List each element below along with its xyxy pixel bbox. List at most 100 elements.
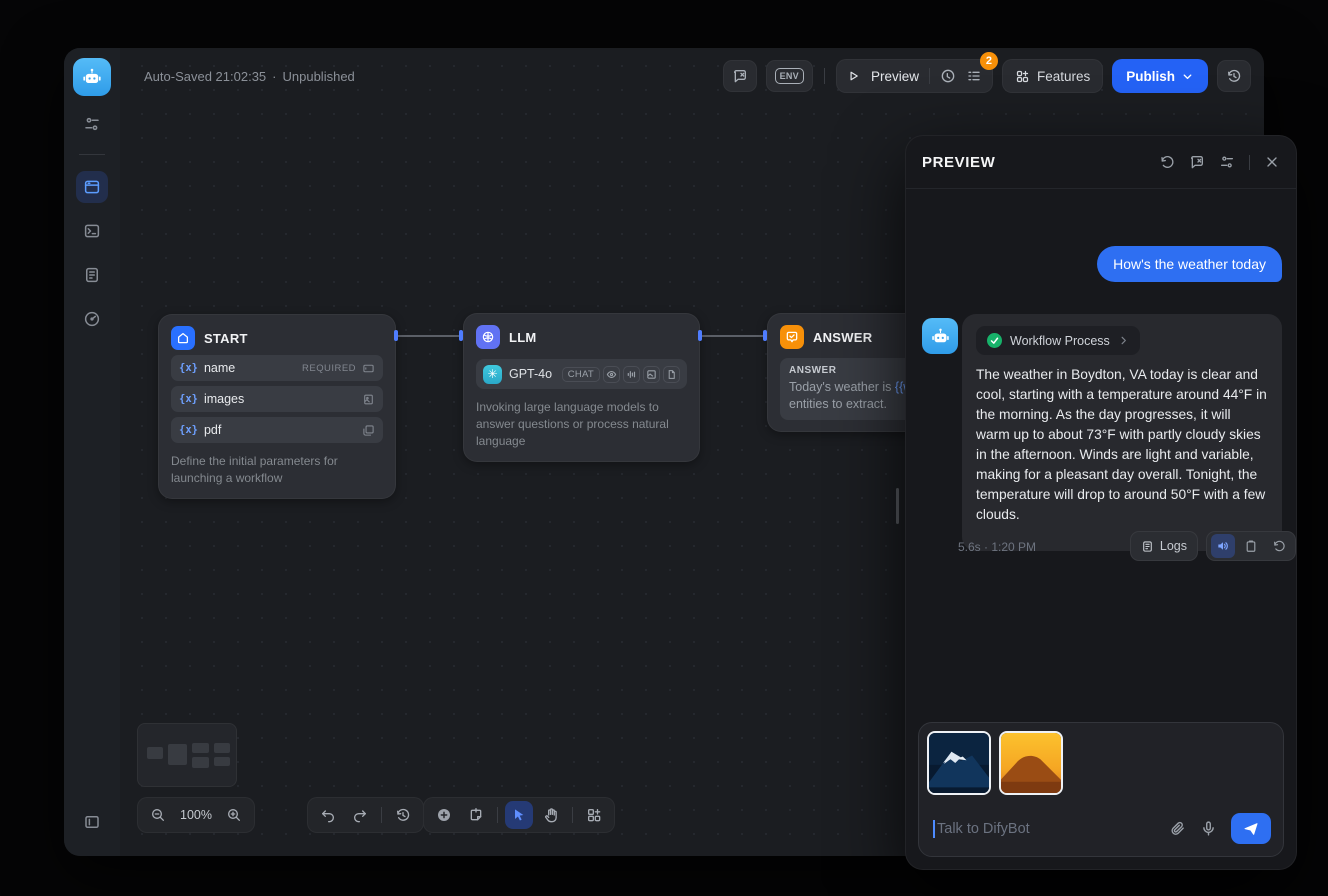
annotation-icon[interactable] xyxy=(1189,154,1205,170)
input-actions xyxy=(1169,813,1271,844)
zoom-in-icon[interactable] xyxy=(220,801,248,829)
start-output-port[interactable] xyxy=(394,330,398,341)
sidebar-item-monitoring[interactable] xyxy=(76,303,108,335)
variable-icon: {x} xyxy=(179,362,198,374)
features-label: Features xyxy=(1037,69,1090,84)
start-field-pdf[interactable]: {x} pdf xyxy=(171,417,383,443)
chevron-down-icon xyxy=(1181,70,1194,83)
llm-node-title: LLM xyxy=(509,330,537,345)
toolbar-divider xyxy=(497,807,498,823)
checklist-icon[interactable] xyxy=(966,68,982,84)
node-llm[interactable]: LLM ✳ GPT-4o CHAT xyxy=(463,313,700,462)
chat-input[interactable]: Talk to DifyBot xyxy=(937,821,1030,837)
bot-avatar-robot-icon xyxy=(922,318,958,354)
start-field-name[interactable]: {x} name REQUIRED xyxy=(171,355,383,381)
preview-panel-header: PREVIEW xyxy=(906,136,1296,189)
hand-tool-icon[interactable] xyxy=(537,801,565,829)
llm-model-row[interactable]: ✳ GPT-4o CHAT xyxy=(476,359,687,389)
minimap-node xyxy=(168,744,187,765)
field-name-label: images xyxy=(204,392,244,406)
llm-input-port[interactable] xyxy=(459,330,463,341)
speaker-icon[interactable] xyxy=(1211,534,1235,558)
autosave-status: Auto-Saved 21:02:35 · Unpublished xyxy=(144,69,355,84)
run-history-icon[interactable] xyxy=(940,68,956,84)
canvas-scrollbar[interactable] xyxy=(896,488,899,524)
publish-button[interactable]: Publish xyxy=(1112,59,1208,93)
workflow-process-toggle[interactable]: Workflow Process xyxy=(976,326,1140,355)
sidebar-item-logs[interactable] xyxy=(76,259,108,291)
microphone-icon[interactable] xyxy=(1200,820,1217,837)
bot-message-text: The weather in Boydton, VA today is clea… xyxy=(976,365,1268,525)
preview-settings-icon[interactable] xyxy=(1219,154,1235,170)
preview-title: PREVIEW xyxy=(922,154,995,171)
llm-brain-icon xyxy=(476,325,500,349)
redo-icon[interactable] xyxy=(346,801,374,829)
document-capability-icon xyxy=(663,366,680,383)
start-field-images[interactable]: {x} images xyxy=(171,386,383,412)
attach-file-icon[interactable] xyxy=(1169,820,1186,837)
annotation-button[interactable] xyxy=(723,60,757,92)
sidebar-item-orchestrate[interactable] xyxy=(76,171,108,203)
logs-label: Logs xyxy=(1160,539,1187,553)
node-start[interactable]: START {x} name REQUIRED {x} images {x} p… xyxy=(158,314,396,499)
features-button[interactable]: Features xyxy=(1002,59,1103,93)
add-note-icon[interactable] xyxy=(462,801,490,829)
answer-text-prefix: Today's weather is xyxy=(789,380,895,394)
logs-button[interactable]: Logs xyxy=(1130,531,1198,561)
version-history-button[interactable] xyxy=(1217,60,1251,92)
autosave-time: Auto-Saved 21:02:35 xyxy=(144,69,266,84)
change-history-icon[interactable] xyxy=(389,801,417,829)
pointer-tool-icon[interactable] xyxy=(505,801,533,829)
collapse-sidebar-icon[interactable] xyxy=(76,806,108,838)
screen: Auto-Saved 21:02:35 · Unpublished ENV Pr… xyxy=(0,0,1328,896)
message-meta: 5.6s · 1:20 PM xyxy=(958,540,1036,554)
attachment-thumbnail-mountain-sunset[interactable] xyxy=(999,731,1063,795)
undo-icon[interactable] xyxy=(314,801,342,829)
copy-icon[interactable] xyxy=(1239,534,1263,558)
attachment-thumbnail-mountain-night[interactable] xyxy=(927,731,991,795)
answer-input-port[interactable] xyxy=(763,330,767,341)
minimap-node xyxy=(192,757,209,768)
header-icon-divider xyxy=(1249,155,1250,170)
close-icon[interactable] xyxy=(1264,154,1280,170)
regenerate-icon[interactable] xyxy=(1267,534,1291,558)
field-name-label: name xyxy=(204,361,235,375)
app-logo-robot-icon[interactable] xyxy=(73,58,111,96)
checklist-badge: 2 xyxy=(980,52,998,70)
undo-redo-controls xyxy=(307,797,424,833)
attached-images xyxy=(927,731,1275,795)
success-check-icon xyxy=(987,333,1002,348)
sidebar-item-api-terminal[interactable] xyxy=(76,215,108,247)
preview-run-button[interactable]: Preview xyxy=(871,69,919,84)
chat-mode-badge: CHAT xyxy=(562,367,600,382)
chat-messages-area: How's the weather today Workflow Process xyxy=(906,189,1296,722)
audio-capability-icon xyxy=(623,366,640,383)
history-icon xyxy=(1226,68,1242,84)
zoom-controls: 100% xyxy=(137,797,255,833)
text-input-icon xyxy=(362,362,375,375)
publish-status: Unpublished xyxy=(283,69,355,84)
env-variables-button[interactable]: ENV xyxy=(766,60,813,92)
model-name: GPT-4o xyxy=(509,367,552,381)
publish-label: Publish xyxy=(1126,69,1175,84)
answer-node-title: ANSWER xyxy=(813,330,872,345)
bot-message-card: Workflow Process The weather in Boydton,… xyxy=(962,314,1282,551)
organize-layout-icon[interactable] xyxy=(580,801,608,829)
required-label: REQUIRED xyxy=(302,363,356,374)
canvas-minimap[interactable] xyxy=(137,723,237,787)
chevron-right-icon xyxy=(1118,335,1129,346)
send-button[interactable] xyxy=(1231,813,1271,844)
vision-capability-icon xyxy=(603,366,620,383)
image-file-icon xyxy=(362,393,375,406)
add-node-icon[interactable] xyxy=(430,801,458,829)
zoom-level[interactable]: 100% xyxy=(176,808,216,822)
llm-output-port[interactable] xyxy=(698,330,702,341)
workflow-settings-icon[interactable] xyxy=(76,108,108,140)
restart-conversation-icon[interactable] xyxy=(1159,154,1175,170)
llm-node-description: Invoking large language models to answer… xyxy=(476,399,687,450)
openai-logo-icon: ✳ xyxy=(483,365,502,384)
field-meta: REQUIRED xyxy=(302,362,375,375)
edge-llm-answer xyxy=(702,335,767,337)
zoom-out-icon[interactable] xyxy=(144,801,172,829)
user-message-bubble: How's the weather today xyxy=(1097,246,1282,282)
